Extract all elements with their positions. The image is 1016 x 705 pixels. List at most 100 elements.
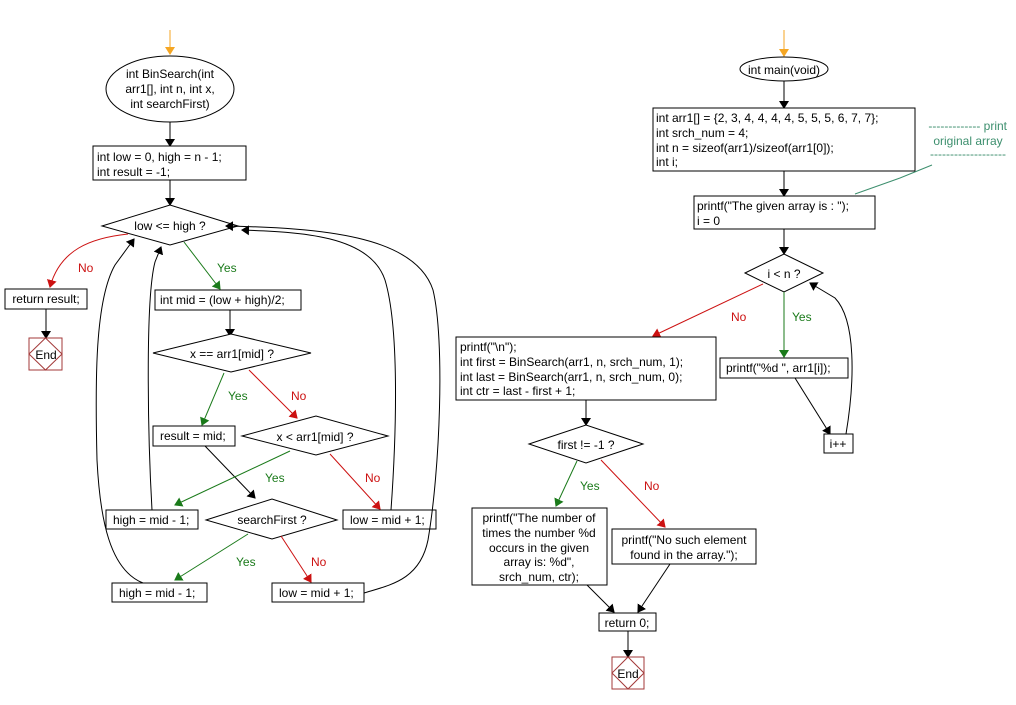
result-mid-node: result = mid; <box>152 425 236 447</box>
print-none-line-1: printf("No such element <box>622 533 748 547</box>
label-yes-lt: Yes <box>265 471 285 485</box>
edge-searchfirst-no <box>280 535 312 583</box>
label-no-searchfirst: No <box>311 555 327 569</box>
search-first-condition-node: searchFirst ? <box>204 498 339 540</box>
print-count-node: printf("The number of times the number %… <box>471 507 608 586</box>
high-decrement-text-b: high = mid - 1; <box>119 586 195 600</box>
print-intro-line-1: printf("The given array is : "); <box>697 199 849 213</box>
high-decrement-node-a: high = mid - 1; <box>105 509 199 530</box>
edge-eq-no <box>248 369 298 419</box>
edge-loop-yes <box>183 241 221 290</box>
edge-high-a-loopback <box>147 246 164 511</box>
init-line-1: int low = 0, high = n - 1; <box>97 150 222 164</box>
decl-line-1: int arr1[] = {2, 3, 4, 4, 4, 4, 5, 5, 5,… <box>656 111 878 125</box>
label-no-loop: No <box>78 261 94 275</box>
return-zero-node: return 0; <box>598 612 657 632</box>
binsearch-start-line-3: int searchFirst) <box>130 97 209 111</box>
search-line-2: int first = BinSearch(arr1, n, srch_num,… <box>460 355 683 369</box>
search-line-3: int last = BinSearch(arr1, n, srch_num, … <box>460 370 682 384</box>
low-increment-text-a: low = mid + 1; <box>350 513 425 527</box>
high-decrement-node-b: high = mid - 1; <box>111 582 208 603</box>
binsearch-start-line-1: int BinSearch(int <box>126 67 215 81</box>
search-first-condition-text: searchFirst ? <box>237 513 307 527</box>
loop-condition-text: low <= high ? <box>134 219 206 233</box>
label-no-found: No <box>644 479 660 493</box>
annotation-line-2: original array <box>933 134 1002 148</box>
equal-condition-text: x == arr1[mid] ? <box>190 347 274 361</box>
edge-count-to-return <box>586 584 615 613</box>
init-line-2: int result = -1; <box>97 165 170 179</box>
increment-node: i++ <box>823 433 854 454</box>
init-vars-node: int low = 0, high = n - 1; int result = … <box>92 145 247 181</box>
edge-low-a-loopback <box>241 225 396 511</box>
annotation-line-1: ------------- print <box>928 119 1007 133</box>
print-count-line-1: printf("The number of <box>483 511 597 525</box>
main-end-node: End <box>611 656 645 690</box>
edge-high-b-loopback <box>95 238 144 584</box>
decl-line-4: int i; <box>656 155 678 169</box>
label-yes-main-loop: Yes <box>792 310 812 324</box>
edge-found-yes <box>554 460 578 507</box>
low-increment-node-b: low = mid + 1; <box>271 582 365 603</box>
main-start-text: int main(void) <box>748 63 820 77</box>
label-yes-loop: Yes <box>217 261 237 275</box>
decl-line-2: int srch_num = 4; <box>656 126 748 140</box>
found-condition-text: first != -1 ? <box>557 438 614 452</box>
declarations-node: int arr1[] = {2, 3, 4, 4, 4, 4, 5, 5, 5,… <box>652 107 916 172</box>
compute-mid-text: int mid = (low + high)/2; <box>160 293 285 307</box>
main-flowchart: int main(void) int arr1[] = {2, 3, 4, 4,… <box>455 30 1008 690</box>
label-yes-found: Yes <box>580 479 600 493</box>
equal-condition-node: x == arr1[mid] ? <box>152 333 312 373</box>
print-count-line-3: occurs in the given <box>489 541 589 555</box>
main-loop-condition-text: i < n ? <box>767 267 800 281</box>
compute-mid-node: int mid = (low + high)/2; <box>154 289 302 311</box>
main-start-node: int main(void) <box>739 56 829 82</box>
binsearch-end-text: End <box>35 348 56 362</box>
binsearch-flowchart: int BinSearch(int arr1[], int n, int x, … <box>4 30 441 603</box>
label-no-lt: No <box>365 471 381 485</box>
label-yes-eq: Yes <box>228 389 248 403</box>
search-line-4: int ctr = last - first + 1; <box>460 384 575 398</box>
flowchart-canvas: int BinSearch(int arr1[], int n, int x, … <box>4 30 1008 690</box>
annotation-line-3: ------------------- <box>930 147 1006 161</box>
low-increment-text-b: low = mid + 1; <box>279 586 354 600</box>
label-no-eq: No <box>291 389 307 403</box>
label-no-main-loop: No <box>731 310 747 324</box>
edge-eq-yes <box>200 372 225 426</box>
binsearch-start-line-2: arr1[], int n, int x, <box>125 82 214 96</box>
result-mid-text: result = mid; <box>160 429 226 443</box>
loop-condition-node: low <= high ? <box>100 204 240 246</box>
decl-line-3: int n = sizeof(arr1)/sizeof(arr1[0]); <box>656 141 834 155</box>
binsearch-start-node: int BinSearch(int arr1[], int n, int x, … <box>105 55 235 123</box>
print-intro-line-2: i = 0 <box>697 214 720 228</box>
print-element-node: printf("%d ", arr1[i]); <box>719 357 849 379</box>
main-loop-condition-node: i < n ? <box>743 253 825 293</box>
print-count-line-5: srch_num, ctr); <box>499 570 579 584</box>
main-end-text: End <box>617 667 638 681</box>
less-than-condition-text: x < arr1[mid] ? <box>276 430 353 444</box>
less-than-condition-node: x < arr1[mid] ? <box>240 415 390 456</box>
edge-result-to-searchfirst <box>204 445 256 499</box>
edge-low-b-loopback <box>225 221 441 594</box>
return-zero-text: return 0; <box>605 616 650 630</box>
return-result-node: return result; <box>4 288 88 310</box>
binsearch-end-node: End <box>28 337 63 371</box>
edge-found-no <box>600 459 666 528</box>
binsearch-calls-node: printf("\n"); int first = BinSearch(arr1… <box>455 336 717 401</box>
print-count-line-2: times the number %d <box>482 526 595 540</box>
edge-none-to-return <box>637 563 671 613</box>
print-element-text: printf("%d ", arr1[i]); <box>726 361 831 375</box>
print-count-line-4: array is: %d", <box>504 555 575 569</box>
increment-text: i++ <box>830 437 847 451</box>
label-yes-searchfirst: Yes <box>236 555 256 569</box>
high-decrement-text-a: high = mid - 1; <box>113 513 189 527</box>
print-intro-node: printf("The given array is : "); i = 0 <box>693 195 876 230</box>
low-increment-node-a: low = mid + 1; <box>342 509 437 530</box>
edge-main-loop-no <box>652 283 764 338</box>
print-none-line-2: found in the array."); <box>630 548 737 562</box>
print-none-node: printf("No such element found in the arr… <box>611 528 757 565</box>
found-condition-node: first != -1 ? <box>527 424 645 464</box>
return-result-text: return result; <box>12 292 79 306</box>
search-line-1: printf("\n"); <box>460 340 517 354</box>
edge-print-to-increment <box>794 377 831 435</box>
